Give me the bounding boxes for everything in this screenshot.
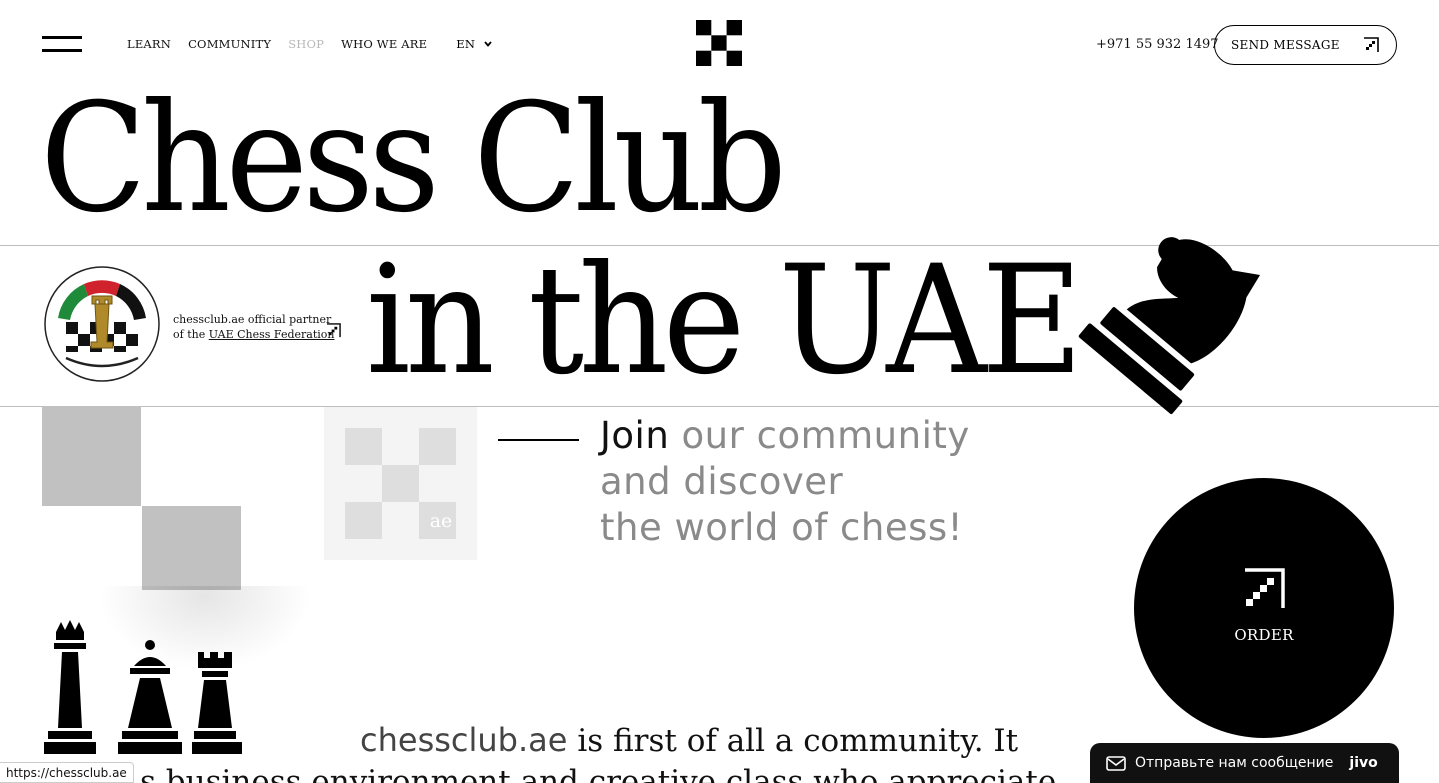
send-message-button[interactable]: SEND MESSAGE <box>1214 25 1397 65</box>
knight-piece-icon <box>1078 237 1261 415</box>
checker-logo-icon[interactable] <box>696 20 742 66</box>
about-text: chessclub.ae is first of all a community… <box>360 721 1018 759</box>
rook-piece-icon <box>192 652 242 754</box>
chat-message: Отправьте нам сообщение <box>1135 755 1334 771</box>
about-text-1: is first of all a community. It <box>577 723 1019 759</box>
join-text-3: the world of chess! <box>600 506 963 549</box>
join-text-2: and discover <box>600 460 844 503</box>
join-word: Join <box>600 414 670 457</box>
about-text-2: s business environment and creative clas… <box>140 764 1057 783</box>
join-text-1: our community <box>681 414 970 457</box>
language-label: EN <box>456 37 476 51</box>
ae-checker-tile: ae <box>324 407 477 560</box>
chess-pieces-illustration <box>44 620 242 754</box>
uae-chess-federation-logo <box>44 266 160 382</box>
jivo-logo: jivo <box>1349 755 1378 771</box>
gray-square <box>42 406 141 506</box>
nav-community[interactable]: COMMUNITY <box>188 37 271 51</box>
nav-shop[interactable]: SHOP <box>288 37 324 51</box>
order-label: ORDER <box>1234 626 1294 644</box>
federation-link[interactable]: UAE Chess Federation <box>209 328 335 341</box>
partner-prefix: of the <box>173 328 206 341</box>
arrow-up-right-icon <box>1364 37 1379 52</box>
nav-who-we-are[interactable]: WHO WE ARE <box>341 37 427 51</box>
join-tagline: Join our community and discover the worl… <box>600 413 970 551</box>
arrow-up-right-icon <box>1245 568 1285 608</box>
queen-piece-icon <box>118 640 182 754</box>
dash-line <box>498 439 579 441</box>
partner-note: chessclub.ae official partner of the UAE… <box>173 312 334 342</box>
order-button[interactable]: ORDER <box>1134 478 1394 738</box>
page-title-line1: Chess Club <box>40 72 787 246</box>
chevron-down-icon <box>484 41 492 47</box>
page-title-line2: in the UAE <box>366 234 1083 408</box>
chat-widget[interactable]: Отправьте нам сообщение jivo <box>1090 743 1399 783</box>
status-bar-url: https://chessclub.ae <box>0 762 134 783</box>
partner-text: chessclub.ae official partner <box>173 313 332 326</box>
tile-label: ae <box>429 510 453 532</box>
gray-square <box>142 506 241 590</box>
about-brand: chessclub.ae <box>360 721 568 759</box>
arrow-up-right-icon[interactable] <box>326 323 341 338</box>
nav-learn[interactable]: LEARN <box>127 37 171 51</box>
menu-icon[interactable] <box>42 36 82 52</box>
envelope-icon <box>1106 755 1126 771</box>
phone-number[interactable]: +971 55 932 1497 <box>1096 37 1219 52</box>
send-message-label: SEND MESSAGE <box>1231 38 1340 52</box>
king-piece-icon <box>44 620 96 754</box>
language-selector[interactable]: EN <box>456 37 492 51</box>
main-nav: LEARN COMMUNITY SHOP WHO WE ARE EN <box>127 37 492 51</box>
